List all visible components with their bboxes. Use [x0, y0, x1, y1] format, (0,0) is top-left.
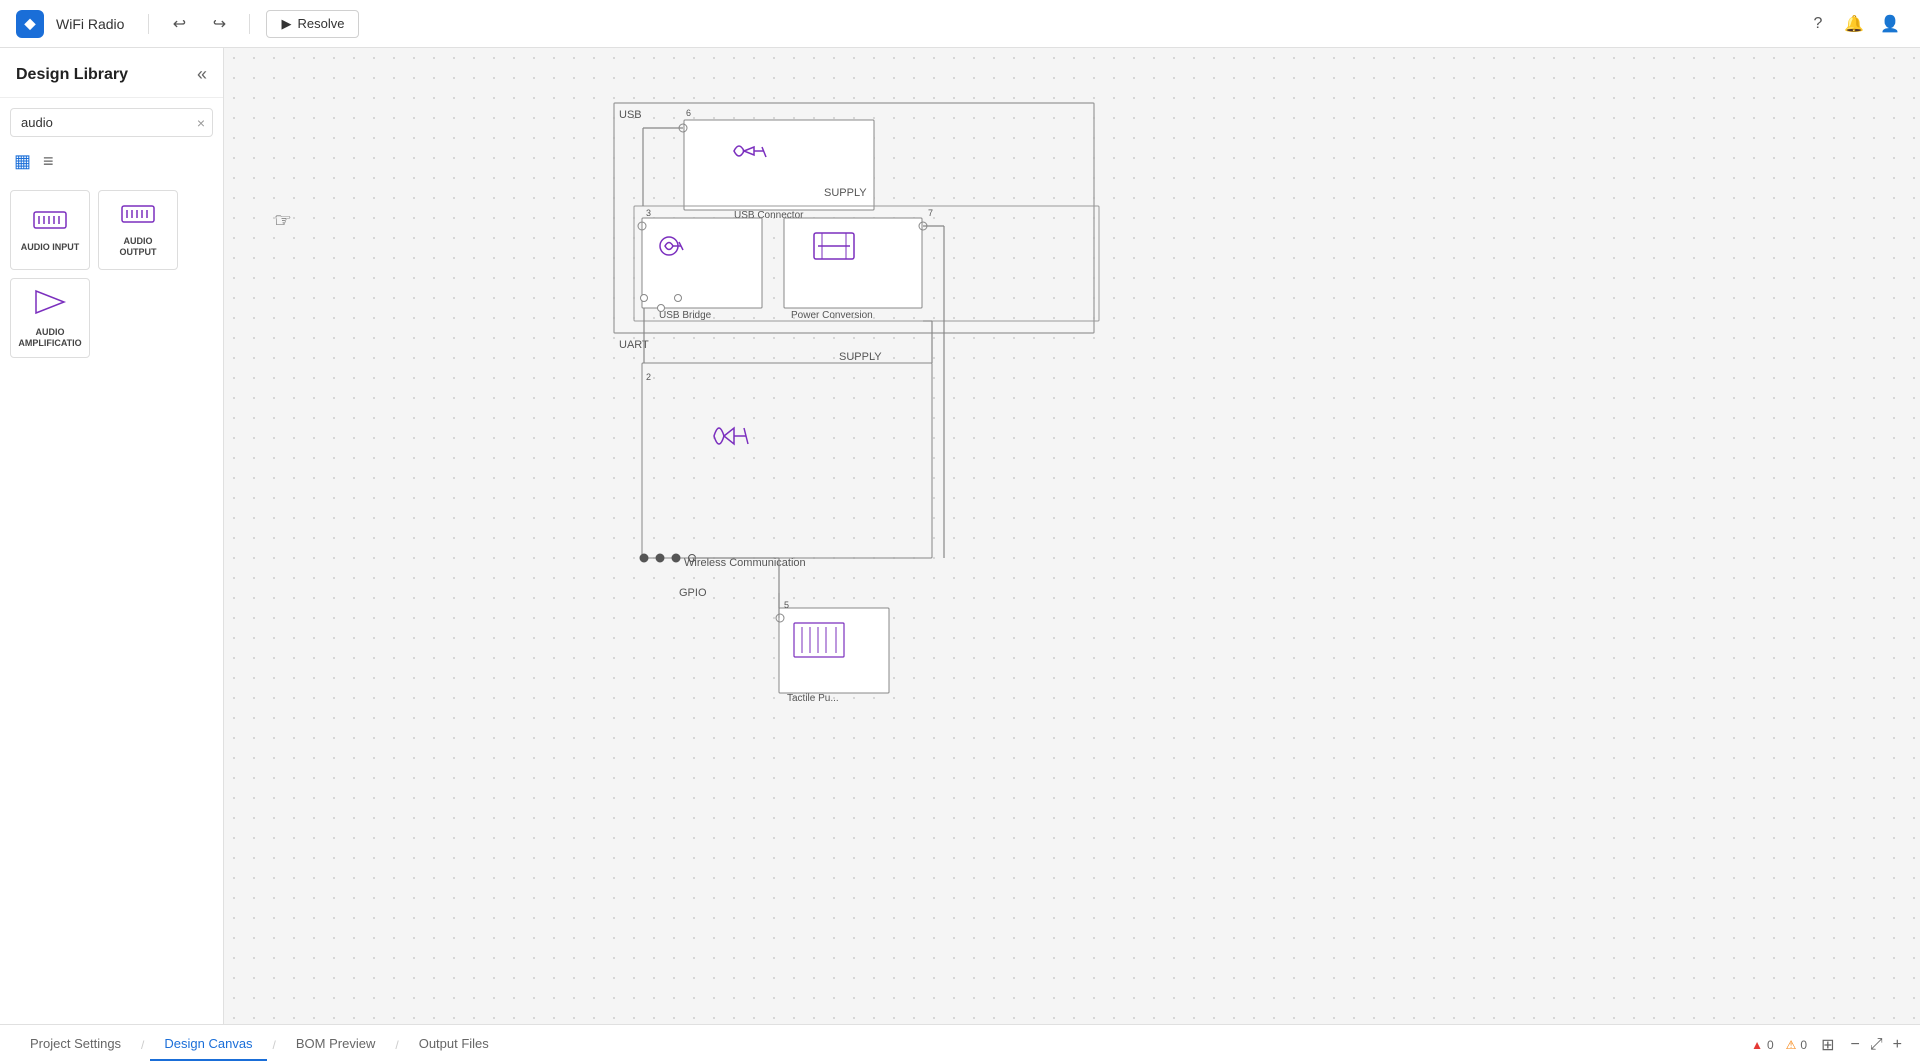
sidebar-scroll: AUDIO INPUT AUDIO OUTPUT: [0, 182, 223, 1024]
svg-text:3: 3: [646, 208, 651, 218]
svg-text:2: 2: [646, 372, 651, 382]
diagram-svg: USB USB Connector 6 SUPPLY USB Bridge: [224, 48, 1920, 948]
audio-output-label: AUDIO OUTPUT: [105, 236, 171, 258]
svg-text:Power Conversion: Power Conversion: [791, 310, 873, 321]
topbar-separator-2: [249, 14, 250, 34]
resolve-play-icon: ▶: [281, 16, 291, 32]
error-status: ▲ 0: [1751, 1038, 1774, 1052]
svg-text:7: 7: [928, 208, 933, 218]
warning-icon: ⚠: [1786, 1038, 1797, 1052]
project-title: WiFi Radio: [56, 16, 124, 32]
warning-status: ⚠ 0: [1786, 1038, 1807, 1052]
sidebar: Design Library « × ▦ ≡: [0, 48, 224, 1024]
audio-amp-icon: [32, 287, 68, 323]
notifications-button[interactable]: 🔔: [1840, 10, 1868, 38]
component-audio-input[interactable]: AUDIO INPUT: [10, 190, 90, 270]
svg-text:SUPPLY: SUPPLY: [839, 351, 882, 363]
topbar-separator: [148, 14, 149, 34]
zoom-controls: − ⤢ +: [1849, 1034, 1905, 1056]
resolve-label: Resolve: [297, 16, 344, 31]
component-grid: AUDIO INPUT AUDIO OUTPUT: [10, 190, 213, 358]
cursor-indicator: ☞: [274, 208, 292, 233]
collapse-sidebar-button[interactable]: «: [197, 64, 207, 85]
tab-design-canvas[interactable]: Design Canvas: [150, 1028, 266, 1061]
topbar: ◆ WiFi Radio ↩ ↪ ▶ Resolve ? 🔔 👤: [0, 0, 1920, 48]
svg-text:USB Connector: USB Connector: [734, 210, 804, 221]
audio-output-icon: [120, 202, 156, 232]
search-input[interactable]: [10, 108, 213, 137]
list-view-button[interactable]: ≡: [39, 149, 58, 174]
svg-text:SUPPLY: SUPPLY: [824, 187, 867, 199]
audio-input-label: AUDIO INPUT: [21, 242, 80, 253]
main-area: Design Library « × ▦ ≡: [0, 48, 1920, 1024]
resolve-button[interactable]: ▶ Resolve: [266, 10, 359, 38]
svg-text:6: 6: [686, 108, 691, 118]
tab-bom-preview[interactable]: BOM Preview: [282, 1028, 389, 1061]
svg-text:UART: UART: [619, 339, 649, 351]
svg-text:Wireless Communication: Wireless Communication: [684, 557, 806, 569]
topbar-right: ? 🔔 👤: [1804, 10, 1904, 38]
grid-view-button[interactable]: ▦: [10, 149, 35, 174]
bottombar-right: ▲ 0 ⚠ 0 ⊞ − ⤢ +: [1751, 1033, 1904, 1057]
warning-count: 0: [1800, 1038, 1807, 1052]
undo-button[interactable]: ↩: [165, 10, 193, 38]
view-toggle: ▦ ≡: [0, 145, 223, 182]
canvas-area[interactable]: ☞ USB USB Connector 6 SUPPLY: [224, 48, 1920, 1024]
bottombar: Project Settings / Design Canvas / BOM P…: [0, 1024, 1920, 1064]
redo-button[interactable]: ↪: [205, 10, 233, 38]
zoom-in-button[interactable]: +: [1891, 1034, 1904, 1056]
svg-text:5: 5: [784, 600, 789, 610]
sidebar-title: Design Library: [16, 66, 128, 84]
svg-text:USB: USB: [619, 109, 642, 121]
help-button[interactable]: ?: [1804, 10, 1832, 38]
svg-text:GPIO: GPIO: [679, 587, 707, 599]
component-audio-output[interactable]: AUDIO OUTPUT: [98, 190, 178, 270]
app-logo: ◆: [16, 10, 44, 38]
user-button[interactable]: 👤: [1876, 10, 1904, 38]
sidebar-header: Design Library «: [0, 48, 223, 98]
svg-text:USB Bridge: USB Bridge: [659, 310, 712, 321]
tab-project-settings[interactable]: Project Settings: [16, 1028, 135, 1061]
tab-output-files[interactable]: Output Files: [405, 1028, 503, 1061]
audio-amp-label: AUDIO AMPLIFICATIO: [17, 327, 83, 349]
error-icon: ▲: [1751, 1038, 1763, 1052]
grid-toggle-button[interactable]: ⊞: [1819, 1033, 1836, 1057]
zoom-fit-button[interactable]: ⤢: [1868, 1034, 1885, 1056]
audio-input-icon: [32, 208, 68, 238]
search-clear-button[interactable]: ×: [197, 115, 205, 131]
error-count: 0: [1767, 1038, 1774, 1052]
search-box: ×: [10, 108, 213, 137]
zoom-out-button[interactable]: −: [1849, 1034, 1862, 1056]
component-audio-amplification[interactable]: AUDIO AMPLIFICATIO: [10, 278, 90, 358]
svg-text:Tactile Pu...: Tactile Pu...: [787, 693, 839, 704]
